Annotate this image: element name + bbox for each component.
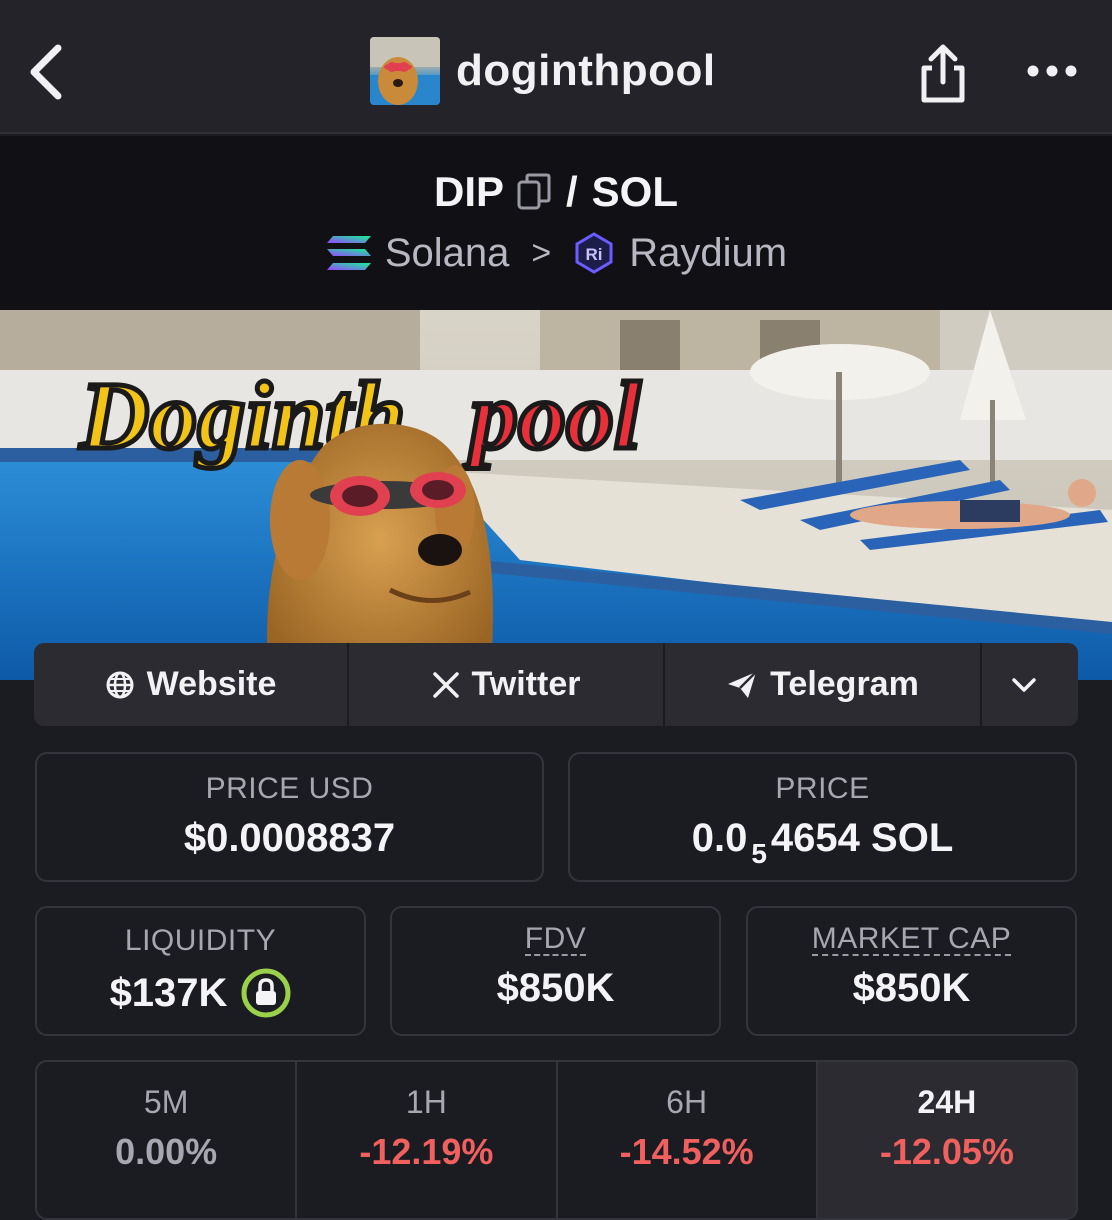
price-native-card: PRICE 0.0 5 4654 SOL [568,752,1077,882]
price-usd-label: PRICE USD [205,772,374,805]
pair-title: DIP / SOL [0,164,1112,220]
website-link-label: Website [146,665,277,703]
liquidity-card: LIQUIDITY $137K [35,906,366,1036]
chevron-left-icon [30,44,62,100]
globe-icon [106,671,134,698]
chain-dex-breadcrumb: Solana > Ri Raydium [0,226,1112,280]
social-links-bar: Website Twitter Telegram [34,643,1078,726]
share-button[interactable] [912,42,974,106]
chain-name[interactable]: Solana [385,231,510,276]
x-logo-icon [432,671,459,698]
token-avatar [370,37,440,105]
fdv-card: FDV $850K [390,906,721,1036]
pool-scene-illustration: Doginth pool [0,310,1112,680]
token-banner-image: Doginth pool [0,310,1112,680]
token-header: doginthpool [370,36,716,106]
more-options-button[interactable] [1024,56,1080,86]
fdv-label[interactable]: FDV [524,924,587,956]
timeframe-change: -14.52% [619,1131,754,1172]
liquidity-value-row: $137K [37,968,364,1018]
market-cap-card: MARKET CAP $850K [746,906,1077,1036]
dog-avatar-image [370,37,440,105]
base-token-symbol: DIP [433,168,504,215]
telegram-link-label: Telegram [770,665,919,703]
copy-icon[interactable] [516,172,552,212]
chevron-down-icon [1012,677,1036,692]
price-native-value: 0.0 5 4654 SOL [570,816,1075,869]
timeframe-label: 24H [917,1084,977,1120]
price-native-zero-count: 5 [751,838,767,869]
more-links-dropdown[interactable] [982,643,1078,726]
timeframe-label: 1H [405,1084,447,1120]
price-change-timeframes: 5M 0.00% 1H -12.19% 6H -14.52% 24H -12.0… [35,1060,1078,1220]
dex-name[interactable]: Raydium [629,231,787,276]
quote-token-symbol: SOL [591,168,679,215]
price-usd-value: $0.0008837 [183,816,396,860]
timeframe-label: 6H [666,1084,708,1120]
market-cap-value: $850K [852,966,971,1010]
telegram-link[interactable]: Telegram [665,643,982,726]
price-native-rest: 4654 SOL [770,816,954,860]
solana-logo-icon [326,236,371,270]
timeframe-label: 5M [143,1084,189,1120]
website-link[interactable]: Website [34,643,349,726]
timeframe-tab-1h[interactable]: 1H -12.19% [297,1062,558,1218]
twitter-link-label: Twitter [471,665,581,703]
top-nav-bar: doginthpool [0,0,1112,134]
lock-icon[interactable] [241,968,291,1018]
timeframe-tab-6h[interactable]: 6H -14.52% [558,1062,818,1218]
share-icon [921,44,965,103]
market-cap-label[interactable]: MARKET CAP [811,924,1012,956]
timeframe-tab-5m[interactable]: 5M 0.00% [37,1062,298,1218]
more-horizontal-icon [1027,65,1077,77]
back-button[interactable] [22,40,72,104]
price-native-label: PRICE [775,772,870,805]
pair-separator: / [566,168,578,215]
banner-logo-part2: pool [463,362,641,469]
fdv-value: $850K [496,966,615,1010]
price-usd-card: PRICE USD $0.0008837 [35,752,544,882]
timeframe-change: -12.05% [879,1131,1014,1172]
pair-header: DIP / SOL Solana > Ri Raydium [0,136,1112,310]
timeframe-change: 0.00% [115,1131,218,1172]
timeframe-tab-24h[interactable]: 24H -12.05% [817,1062,1076,1218]
timeframe-change: -12.19% [359,1131,494,1172]
svg-text:Ri: Ri [586,245,603,264]
price-native-prefix: 0.0 [691,816,748,860]
token-name: doginthpool [456,46,716,95]
liquidity-value: $137K [109,970,228,1015]
telegram-icon [728,670,758,698]
liquidity-label: LIQUIDITY [124,924,277,957]
breadcrumb-separator: > [531,233,552,272]
raydium-logo-icon: Ri [575,232,613,274]
twitter-link[interactable]: Twitter [349,643,665,726]
